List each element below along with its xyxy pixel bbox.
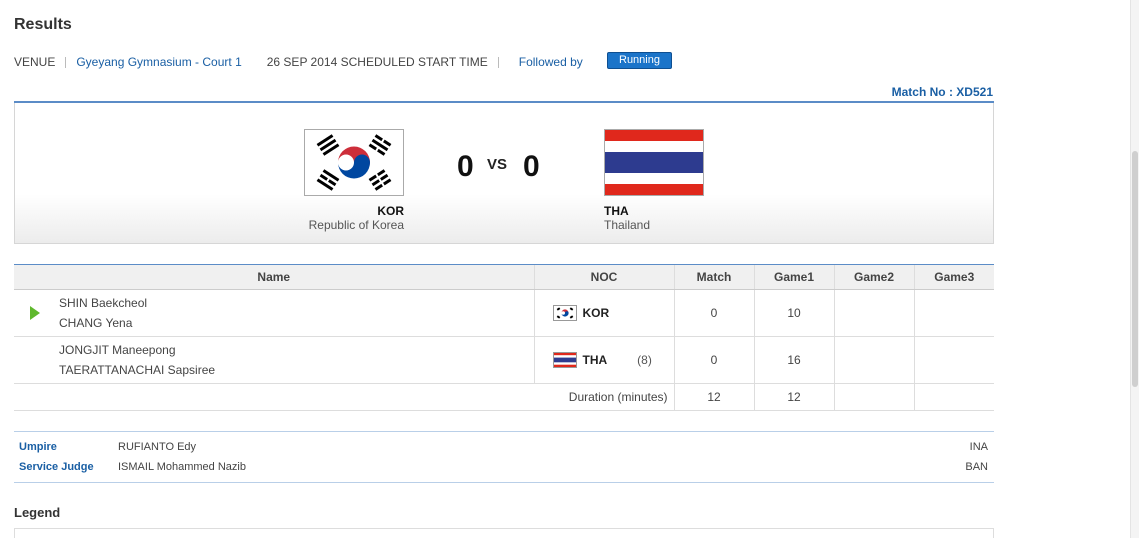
start-time-label: SCHEDULED START TIME — [340, 55, 488, 69]
results-table: Name NOC Match Game1 Game2 Game3 SHIN Ba… — [14, 264, 994, 411]
game3-score — [913, 336, 994, 384]
header-noc: NOC — [533, 264, 674, 290]
official-role: Service Judge — [19, 461, 94, 473]
page-title: Results — [14, 16, 72, 33]
header-game2: Game2 — [833, 264, 914, 290]
officials-panel: Umpire RUFIANTO Edy INA Service Judge IS… — [14, 431, 994, 483]
player-name[interactable]: JONGJIT Maneepong — [59, 340, 534, 360]
noc-code: KOR — [582, 306, 610, 320]
official-noc: BAN — [965, 461, 988, 473]
team-code-left: KOR — [377, 204, 404, 218]
score-left: 0 — [457, 150, 474, 183]
header-game1: Game1 — [753, 264, 834, 290]
followed-by-link[interactable]: Followed by — [519, 55, 583, 69]
date-value: 26 SEP 2014 — [266, 55, 338, 69]
team-name-left: Republic of Korea — [308, 218, 404, 232]
team-name-right: Thailand — [604, 218, 651, 232]
official-name: RUFIANTO Edy — [118, 441, 197, 453]
status-running-button[interactable]: Running — [607, 52, 672, 69]
official-noc: INA — [969, 441, 988, 453]
table-header-row: Name NOC Match Game1 Game2 Game3 — [14, 264, 994, 290]
tha-flag-icon — [552, 352, 577, 368]
legend-title: Legend — [14, 505, 61, 520]
seed-number: (8) — [637, 353, 652, 367]
kor-flag-icon — [552, 305, 577, 321]
noc-cell: KOR — [533, 289, 674, 337]
noc-cell: THA (8) — [533, 336, 674, 384]
duration-game3 — [913, 383, 994, 411]
official-row: Umpire RUFIANTO Edy INA — [14, 441, 994, 455]
header-name: Name — [14, 264, 534, 290]
game1-score: 16 — [753, 336, 834, 384]
vs-label: VS — [487, 156, 508, 173]
official-role: Umpire — [19, 441, 57, 453]
scoreboard-panel — [14, 103, 994, 244]
duration-game2 — [833, 383, 914, 411]
duration-match: 12 — [673, 383, 754, 411]
match-date: 26 SEP 2014 SCHEDULED START TIME — [267, 55, 488, 69]
noc-code: THA — [582, 353, 608, 367]
player-names: JONGJIT Maneepong TAERATTANACHAI Sapsire… — [14, 336, 534, 384]
match-info-bar: VENUE Gyeyang Gymnasium - Court 1 26 SEP… — [14, 54, 583, 70]
score-right: 0 — [523, 150, 540, 183]
duration-game1: 12 — [753, 383, 834, 411]
official-name: ISMAIL Mohammed Nazib — [118, 461, 246, 473]
scrollbar-thumb[interactable] — [1132, 151, 1138, 387]
player-name[interactable]: SHIN Baekcheol — [59, 293, 534, 313]
match-score: 0 — [673, 336, 754, 384]
table-row: JONGJIT Maneepong TAERATTANACHAI Sapsire… — [14, 336, 994, 384]
player-name[interactable]: CHANG Yena — [59, 313, 534, 333]
kor-flag-icon — [304, 129, 404, 196]
match-number: Match No : XD521 — [891, 85, 993, 99]
venue-label: VENUE — [14, 55, 56, 69]
header-game3: Game3 — [913, 264, 994, 290]
duration-label: Duration (minutes) — [14, 383, 674, 411]
game1-score: 10 — [753, 289, 834, 337]
venue-link[interactable]: Gyeyang Gymnasium - Court 1 — [76, 55, 241, 69]
duration-row: Duration (minutes) 12 12 — [14, 383, 994, 411]
official-row: Service Judge ISMAIL Mohammed Nazib BAN — [14, 461, 994, 475]
legend-panel — [14, 528, 994, 538]
game2-score — [833, 336, 914, 384]
divider — [65, 56, 67, 68]
game2-score — [833, 289, 914, 337]
player-name[interactable]: TAERATTANACHAI Sapsiree — [59, 360, 534, 380]
serve-indicator-icon — [30, 306, 40, 320]
game3-score — [913, 289, 994, 337]
player-names: SHIN Baekcheol CHANG Yena — [14, 289, 534, 337]
table-row: SHIN Baekcheol CHANG Yena KOR 0 10 — [14, 289, 994, 337]
team-code-right: THA — [604, 204, 629, 218]
match-score: 0 — [673, 289, 754, 337]
tha-flag-icon — [604, 129, 704, 196]
divider — [497, 56, 499, 68]
header-match: Match — [673, 264, 754, 290]
